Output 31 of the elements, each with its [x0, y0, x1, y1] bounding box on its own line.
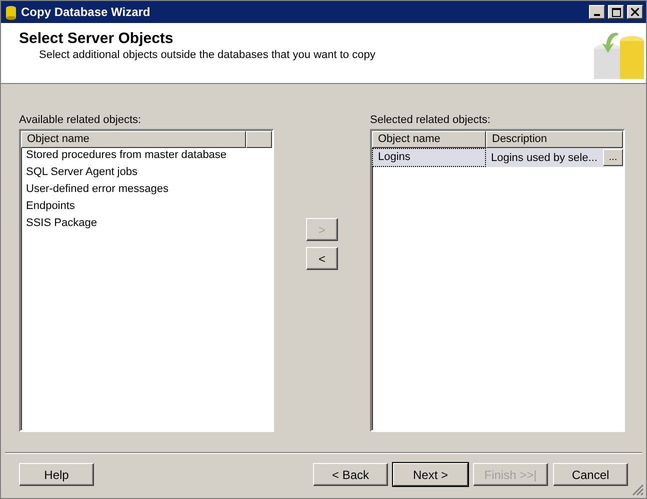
list-item[interactable]: SSIS Package	[21, 216, 272, 233]
column-header	[246, 131, 272, 148]
available-objects-list[interactable]: Object name Stored procedures from master database SQL Server Agent jobs User-defined error messages Endpoints SSIS Package	[19, 129, 274, 432]
column-header[interactable]: Object name	[372, 131, 486, 148]
window-title: Copy Database Wizard	[21, 5, 152, 19]
list-label: Available related objects:	[19, 114, 142, 127]
page-subtitle: Select additional objects outside the databases that you want to copy	[38, 49, 376, 61]
minimize-button[interactable]	[589, 5, 605, 19]
list-item[interactable]: Endpoints	[21, 199, 272, 216]
database-icon	[4, 4, 18, 20]
column-header[interactable]: Description	[486, 131, 623, 148]
browse-button[interactable]: ...	[603, 149, 623, 166]
close-button[interactable]	[627, 5, 643, 19]
maximize-icon	[612, 8, 620, 16]
maximize-button[interactable]	[608, 5, 624, 19]
list-item[interactable]: User-defined error messages	[21, 182, 272, 199]
wizard-button[interactable]: Help	[19, 463, 94, 486]
remove-button[interactable]: <	[306, 247, 338, 270]
list-item[interactable]: SQL Server Agent jobs	[21, 165, 272, 182]
page-title: Select Server Objects	[19, 30, 174, 47]
wizard-button[interactable]: Next >	[393, 463, 468, 486]
list-item[interactable]: Stored procedures from master database	[21, 148, 272, 165]
wizard-button[interactable]: Cancel	[553, 463, 628, 486]
close-icon	[631, 8, 639, 16]
table-cell[interactable]: Logins used by sele... ...	[486, 148, 623, 167]
table-cell[interactable]: Logins	[372, 148, 486, 167]
wizard-button[interactable]: < Back	[313, 463, 388, 486]
column-header[interactable]: Object name	[21, 131, 246, 148]
list-label: Selected related objects:	[370, 114, 492, 127]
selected-objects-list[interactable]: Object name Description Logins Logins used by sele... ...	[370, 129, 625, 432]
resize-grip-icon	[632, 484, 644, 496]
